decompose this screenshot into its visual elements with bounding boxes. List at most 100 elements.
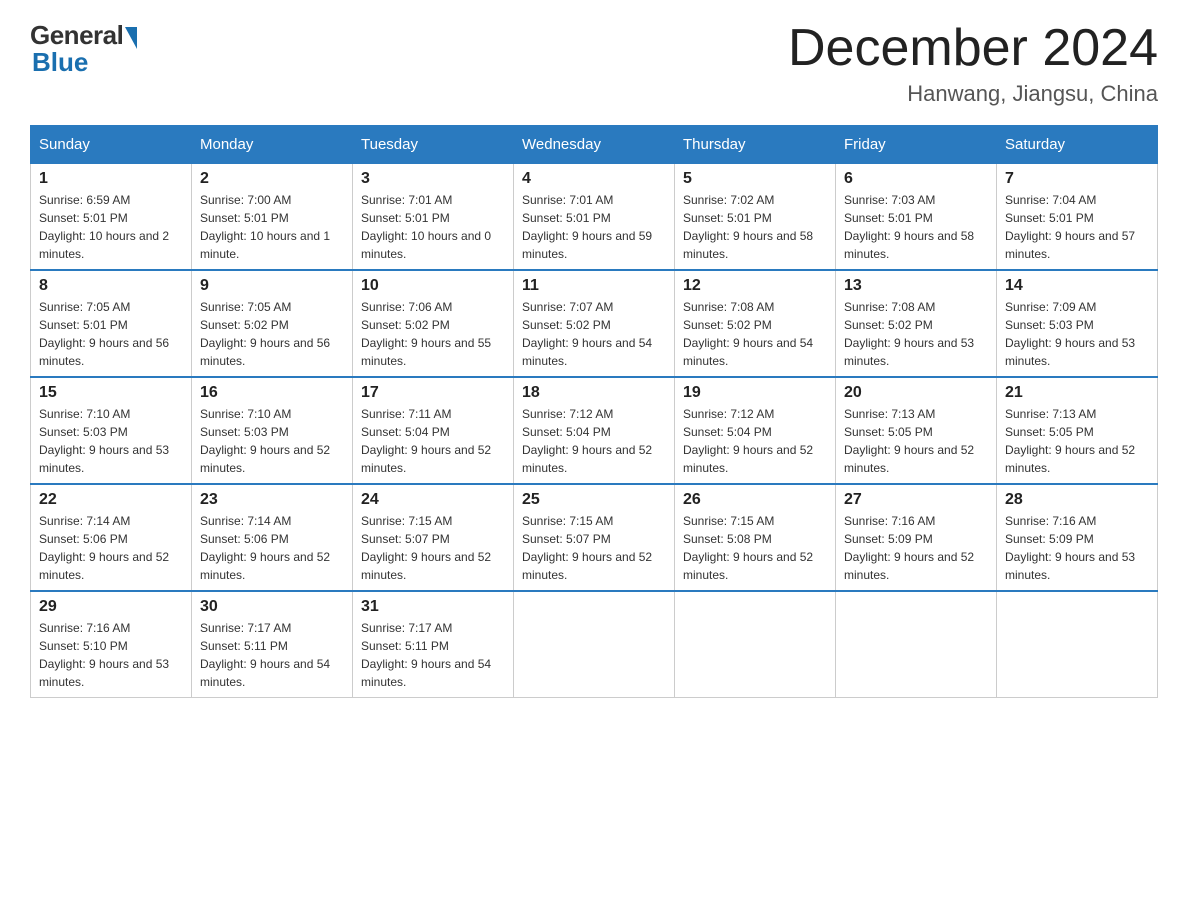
day-cell xyxy=(675,591,836,698)
day-number: 4 xyxy=(522,170,666,188)
week-row-2: 8 Sunrise: 7:05 AMSunset: 5:01 PMDaylight… xyxy=(31,270,1158,377)
day-info: Sunrise: 7:12 AMSunset: 5:04 PMDaylight:… xyxy=(522,405,666,477)
day-cell: 30 Sunrise: 7:17 AMSunset: 5:11 PMDayligh… xyxy=(192,591,353,698)
day-cell: 6 Sunrise: 7:03 AMSunset: 5:01 PMDaylight… xyxy=(836,164,997,271)
day-info: Sunrise: 7:15 AMSunset: 5:07 PMDaylight:… xyxy=(522,512,666,584)
day-cell: 3 Sunrise: 7:01 AMSunset: 5:01 PMDaylight… xyxy=(353,164,514,271)
day-cell: 26Sunrise: 7:15 AMSunset: 5:08 PMDayligh… xyxy=(675,484,836,591)
day-number: 17 xyxy=(361,384,505,402)
day-number: 21 xyxy=(1005,384,1149,402)
day-cell: 4 Sunrise: 7:01 AMSunset: 5:01 PMDaylight… xyxy=(514,164,675,271)
day-cell: 16 Sunrise: 7:10 AMSunset: 5:03 PMDayligh… xyxy=(192,377,353,484)
day-info: Sunrise: 7:09 AMSunset: 5:03 PMDaylight:… xyxy=(1005,298,1149,370)
day-info: Sunrise: 7:08 AMSunset: 5:02 PMDaylight:… xyxy=(844,298,988,370)
day-cell: 8 Sunrise: 7:05 AMSunset: 5:01 PMDaylight… xyxy=(31,270,192,377)
day-cell: 24 Sunrise: 7:15 AMSunset: 5:07 PMDayligh… xyxy=(353,484,514,591)
day-number: 31 xyxy=(361,598,505,616)
day-info: Sunrise: 7:11 AMSunset: 5:04 PMDaylight:… xyxy=(361,405,505,477)
header-cell-saturday: Saturday xyxy=(997,126,1158,164)
day-number: 15 xyxy=(39,384,183,402)
day-number: 10 xyxy=(361,277,505,295)
day-info: Sunrise: 7:03 AMSunset: 5:01 PMDaylight:… xyxy=(844,191,988,263)
day-info: Sunrise: 7:08 AMSunset: 5:02 PMDaylight:… xyxy=(683,298,827,370)
day-number: 11 xyxy=(522,277,666,295)
day-cell: 25 Sunrise: 7:15 AMSunset: 5:07 PMDayligh… xyxy=(514,484,675,591)
day-info: Sunrise: 7:17 AMSunset: 5:11 PMDaylight:… xyxy=(361,619,505,691)
day-cell xyxy=(514,591,675,698)
day-number: 9 xyxy=(200,277,344,295)
day-info: Sunrise: 7:01 AMSunset: 5:01 PMDaylight:… xyxy=(522,191,666,263)
location-label: Hanwang, Jiangsu, China xyxy=(788,81,1158,107)
day-info: Sunrise: 7:04 AMSunset: 5:01 PMDaylight:… xyxy=(1005,191,1149,263)
day-number: 23 xyxy=(200,491,344,509)
day-info: Sunrise: 7:16 AMSunset: 5:09 PMDaylight:… xyxy=(844,512,988,584)
header-row: SundayMondayTuesdayWednesdayThursdayFrid… xyxy=(31,126,1158,164)
logo-blue-text: Blue xyxy=(32,47,88,78)
day-info: Sunrise: 7:01 AMSunset: 5:01 PMDaylight:… xyxy=(361,191,505,263)
day-number: 13 xyxy=(844,277,988,295)
day-number: 24 xyxy=(361,491,505,509)
day-info: Sunrise: 7:05 AMSunset: 5:01 PMDaylight:… xyxy=(39,298,183,370)
day-number: 27 xyxy=(844,491,988,509)
week-row-3: 15 Sunrise: 7:10 AMSunset: 5:03 PMDayligh… xyxy=(31,377,1158,484)
day-cell: 11 Sunrise: 7:07 AMSunset: 5:02 PMDayligh… xyxy=(514,270,675,377)
day-info: Sunrise: 7:17 AMSunset: 5:11 PMDaylight:… xyxy=(200,619,344,691)
day-cell: 28Sunrise: 7:16 AMSunset: 5:09 PMDayligh… xyxy=(997,484,1158,591)
day-info: Sunrise: 7:06 AMSunset: 5:02 PMDaylight:… xyxy=(361,298,505,370)
page-header: General Blue December 2024 Hanwang, Jian… xyxy=(30,20,1158,107)
calendar-table: SundayMondayTuesdayWednesdayThursdayFrid… xyxy=(30,125,1158,698)
header-cell-monday: Monday xyxy=(192,126,353,164)
day-info: Sunrise: 7:15 AMSunset: 5:07 PMDaylight:… xyxy=(361,512,505,584)
header-cell-wednesday: Wednesday xyxy=(514,126,675,164)
day-number: 25 xyxy=(522,491,666,509)
day-number: 1 xyxy=(39,170,183,188)
day-number: 7 xyxy=(1005,170,1149,188)
day-number: 26 xyxy=(683,491,827,509)
day-info: Sunrise: 6:59 AMSunset: 5:01 PMDaylight:… xyxy=(39,191,183,263)
day-cell: 22Sunrise: 7:14 AMSunset: 5:06 PMDayligh… xyxy=(31,484,192,591)
header-cell-thursday: Thursday xyxy=(675,126,836,164)
day-number: 30 xyxy=(200,598,344,616)
day-info: Sunrise: 7:12 AMSunset: 5:04 PMDaylight:… xyxy=(683,405,827,477)
day-info: Sunrise: 7:14 AMSunset: 5:06 PMDaylight:… xyxy=(200,512,344,584)
day-number: 19 xyxy=(683,384,827,402)
day-cell xyxy=(836,591,997,698)
day-number: 14 xyxy=(1005,277,1149,295)
day-cell: 9Sunrise: 7:05 AMSunset: 5:02 PMDaylight… xyxy=(192,270,353,377)
logo-arrow-icon xyxy=(125,27,137,49)
day-cell: 12 Sunrise: 7:08 AMSunset: 5:02 PMDayligh… xyxy=(675,270,836,377)
title-section: December 2024 Hanwang, Jiangsu, China xyxy=(788,20,1158,107)
day-info: Sunrise: 7:00 AMSunset: 5:01 PMDaylight:… xyxy=(200,191,344,263)
day-number: 2 xyxy=(200,170,344,188)
day-info: Sunrise: 7:07 AMSunset: 5:02 PMDaylight:… xyxy=(522,298,666,370)
day-info: Sunrise: 7:16 AMSunset: 5:09 PMDaylight:… xyxy=(1005,512,1149,584)
day-cell: 23 Sunrise: 7:14 AMSunset: 5:06 PMDayligh… xyxy=(192,484,353,591)
header-cell-tuesday: Tuesday xyxy=(353,126,514,164)
calendar-body: 1 Sunrise: 6:59 AMSunset: 5:01 PMDaylight… xyxy=(31,164,1158,698)
day-cell: 29Sunrise: 7:16 AMSunset: 5:10 PMDayligh… xyxy=(31,591,192,698)
day-number: 18 xyxy=(522,384,666,402)
day-cell: 13 Sunrise: 7:08 AMSunset: 5:02 PMDayligh… xyxy=(836,270,997,377)
day-number: 20 xyxy=(844,384,988,402)
day-number: 6 xyxy=(844,170,988,188)
day-number: 16 xyxy=(200,384,344,402)
logo: General Blue xyxy=(30,20,137,78)
day-cell: 18 Sunrise: 7:12 AMSunset: 5:04 PMDayligh… xyxy=(514,377,675,484)
header-cell-friday: Friday xyxy=(836,126,997,164)
day-info: Sunrise: 7:10 AMSunset: 5:03 PMDaylight:… xyxy=(200,405,344,477)
day-cell: 27 Sunrise: 7:16 AMSunset: 5:09 PMDayligh… xyxy=(836,484,997,591)
day-number: 3 xyxy=(361,170,505,188)
day-info: Sunrise: 7:13 AMSunset: 5:05 PMDaylight:… xyxy=(844,405,988,477)
day-cell: 21 Sunrise: 7:13 AMSunset: 5:05 PMDayligh… xyxy=(997,377,1158,484)
day-number: 12 xyxy=(683,277,827,295)
day-number: 5 xyxy=(683,170,827,188)
day-cell: 2 Sunrise: 7:00 AMSunset: 5:01 PMDaylight… xyxy=(192,164,353,271)
day-number: 8 xyxy=(39,277,183,295)
day-info: Sunrise: 7:10 AMSunset: 5:03 PMDaylight:… xyxy=(39,405,183,477)
calendar-header: SundayMondayTuesdayWednesdayThursdayFrid… xyxy=(31,126,1158,164)
day-cell: 20 Sunrise: 7:13 AMSunset: 5:05 PMDayligh… xyxy=(836,377,997,484)
day-number: 22 xyxy=(39,491,183,509)
day-info: Sunrise: 7:13 AMSunset: 5:05 PMDaylight:… xyxy=(1005,405,1149,477)
day-info: Sunrise: 7:16 AMSunset: 5:10 PMDaylight:… xyxy=(39,619,183,691)
day-cell: 5Sunrise: 7:02 AMSunset: 5:01 PMDaylight… xyxy=(675,164,836,271)
